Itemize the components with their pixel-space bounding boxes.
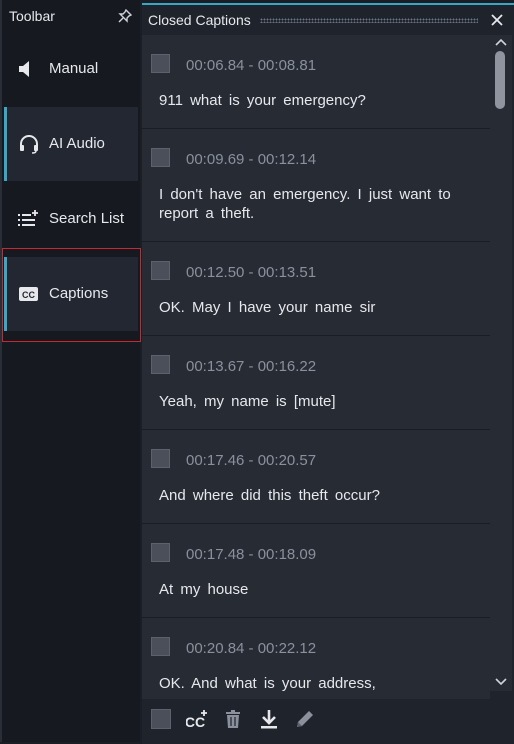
caption-row[interactable]: 00:09.69 - 00:12.14 I don't have an emer…: [142, 129, 490, 242]
toolbar-item-manual[interactable]: Manual: [4, 32, 138, 106]
caption-row[interactable]: 00:17.48 - 00:18.09 At my house: [142, 524, 490, 618]
caption-checkbox[interactable]: [151, 543, 170, 562]
chevron-down-icon[interactable]: [495, 678, 507, 686]
chevron-up-icon[interactable]: [495, 38, 507, 46]
closed-captions-panel: Closed Captions 00:06.84 - 00:08.81 911 …: [142, 3, 514, 744]
speaker-icon: [19, 61, 36, 77]
toolbar-item-label: AI Audio: [49, 135, 105, 152]
toolbar-header: Toolbar: [2, 0, 142, 34]
caption-timestamp: 00:12.50 - 00:13.51: [186, 264, 317, 281]
svg-text:CC: CC: [22, 290, 35, 300]
toolbar-item-captions[interactable]: CC Captions: [4, 257, 138, 331]
caption-actions-bar: CC: [142, 699, 514, 744]
caption-text: OK. And what is your address,: [159, 675, 376, 692]
caption-checkbox[interactable]: [151, 54, 170, 73]
caption-timestamp: 00:09.69 - 00:12.14: [186, 151, 317, 168]
pencil-icon[interactable]: [294, 708, 316, 730]
caption-row[interactable]: 00:13.67 - 00:16.22 Yeah, my name is [mu…: [142, 336, 490, 430]
toolbar-item-ai-audio[interactable]: AI Audio: [4, 107, 138, 181]
caption-checkbox[interactable]: [151, 449, 170, 468]
add-caption-icon[interactable]: CC: [186, 708, 208, 730]
caption-text: At my house: [159, 581, 249, 598]
drag-grip[interactable]: [260, 18, 478, 23]
toolbar-item-search-list[interactable]: Search List: [4, 182, 138, 256]
caption-text: I don't have an emergency. I just want t…: [159, 186, 451, 222]
caption-checkbox[interactable]: [151, 148, 170, 167]
toolbar-item-label: Captions: [49, 285, 109, 302]
caption-checkbox[interactable]: [151, 637, 170, 656]
caption-row[interactable]: 00:06.84 - 00:08.81 911 what is your eme…: [142, 35, 490, 129]
caption-timestamp: 00:20.84 - 00:22.12: [186, 640, 317, 657]
caption-text: OK. May I have your name sir: [159, 299, 376, 316]
caption-timestamp: 00:13.67 - 00:16.22: [186, 358, 317, 375]
toolbar-item-label: Search List: [49, 210, 125, 227]
caption-row[interactable]: 00:20.84 - 00:22.12 OK. And what is your…: [142, 618, 490, 703]
pin-icon[interactable]: [118, 9, 132, 23]
caption-timestamp: 00:17.48 - 00:18.09: [186, 546, 317, 563]
toolbar-title: Toolbar: [9, 8, 55, 24]
close-icon[interactable]: [490, 13, 504, 27]
caption-row[interactable]: 00:17.46 - 00:20.57 And where did this t…: [142, 430, 490, 524]
list-add-icon: [18, 210, 38, 226]
caption-timestamp: 00:06.84 - 00:08.81: [186, 57, 317, 74]
panel-title: Closed Captions: [148, 12, 251, 28]
cc-icon: CC: [19, 287, 38, 301]
trash-icon[interactable]: [222, 708, 244, 730]
caption-timestamp: 00:17.46 - 00:20.57: [186, 452, 317, 469]
headset-icon: [20, 135, 38, 154]
caption-checkbox[interactable]: [151, 261, 170, 280]
caption-checkbox[interactable]: [151, 355, 170, 374]
download-icon[interactable]: [258, 708, 280, 730]
caption-list[interactable]: 00:06.84 - 00:08.81 911 what is your eme…: [142, 35, 490, 703]
vertical-scrollbar[interactable]: [490, 35, 512, 691]
caption-text: Yeah, my name is [mute]: [159, 393, 336, 410]
toolbar-panel: Toolbar Manual AI Audio Search List CC C…: [0, 0, 142, 742]
caption-text: 911 what is your emergency?: [159, 92, 366, 109]
toolbar-item-label: Manual: [49, 60, 99, 77]
select-all-checkbox[interactable]: [151, 709, 171, 729]
panel-header: Closed Captions: [142, 5, 514, 35]
caption-text: And where did this theft occur?: [159, 487, 380, 504]
scrollbar-thumb[interactable]: [495, 51, 505, 109]
svg-text:CC: CC: [186, 714, 205, 730]
caption-row[interactable]: 00:12.50 - 00:13.51 OK. May I have your …: [142, 242, 490, 336]
